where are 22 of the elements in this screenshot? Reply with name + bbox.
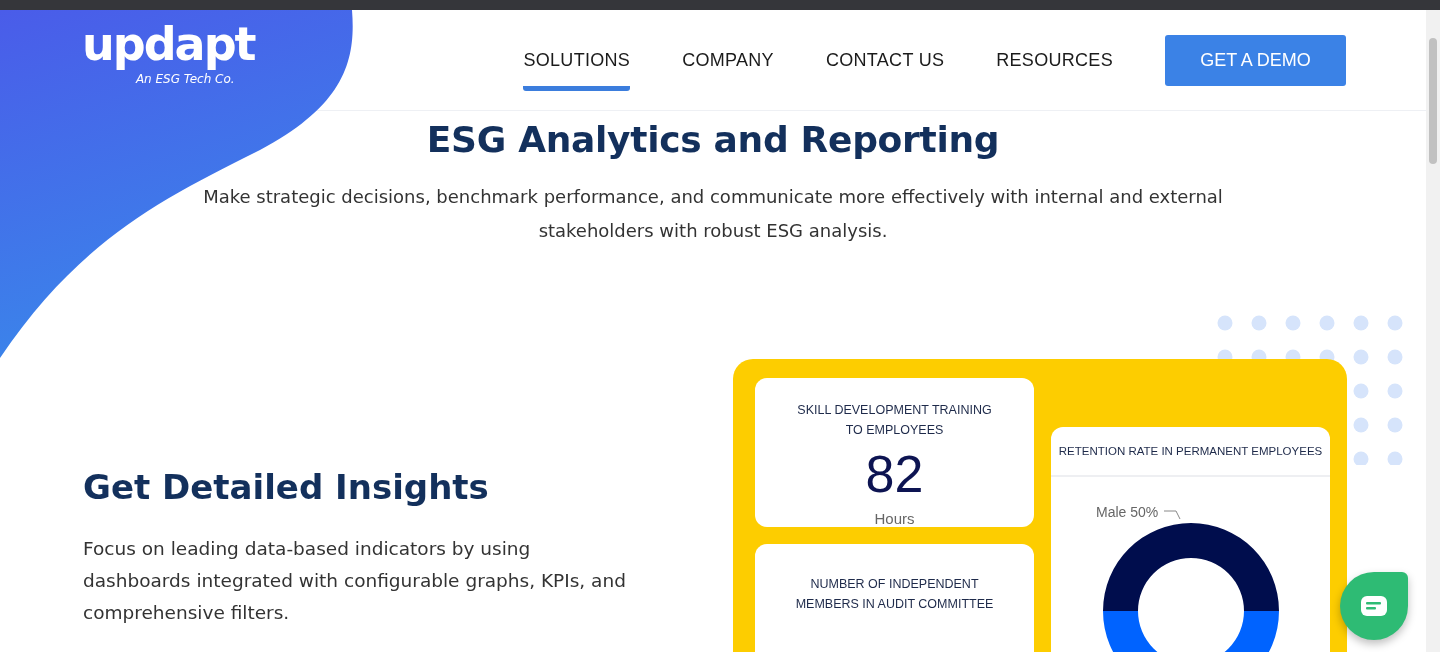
section-title: Get Detailed Insights [83,467,490,507]
kpi-unit: Hours [874,510,915,527]
logo-wordmark[interactable]: updapt [82,20,255,68]
nav-link[interactable]: SOLUTIONS [523,29,631,91]
logo-tagline: An ESG Tech Co. [135,72,235,86]
hero-title: ESG Analytics and Reporting [426,119,1000,160]
demo-button[interactable]: GET A DEMO [1165,34,1346,86]
kpi-value: 82 [865,444,924,504]
section-text: Focus on leading data-based indicators by using dashboards integrated with configurable graphs, KPIs, and comprehensive filters. [83,537,627,625]
chat-icon [1361,596,1387,616]
leader-line [1164,510,1182,520]
nav-link[interactable]: RESOURCES [996,29,1113,91]
chart-title: RETENTION RATE IN PERMANENT EMPLOYEES [1051,427,1330,477]
kpi-title: SKILL DEVELOPMENT TRAINING TO EMPLOYEES [796,402,993,439]
scrollbar-thumb[interactable] [1429,38,1437,164]
hero-subtitle: Make strategic decisions, benchmark performance, and communicate more effectively with internal and external stakeholders with robust ESG analysis. [202,185,1224,243]
nav-link[interactable]: CONTACT US [825,29,945,91]
scrollbar[interactable] [1426,10,1440,652]
slice-label: Male 50% [1096,504,1159,520]
kpi-title: NUMBER OF INDEPENDENT MEMBERS IN AUDIT COMMITTEE [794,576,995,613]
nav-link[interactable]: COMPANY [682,29,774,91]
chat-button[interactable] [1340,572,1408,640]
